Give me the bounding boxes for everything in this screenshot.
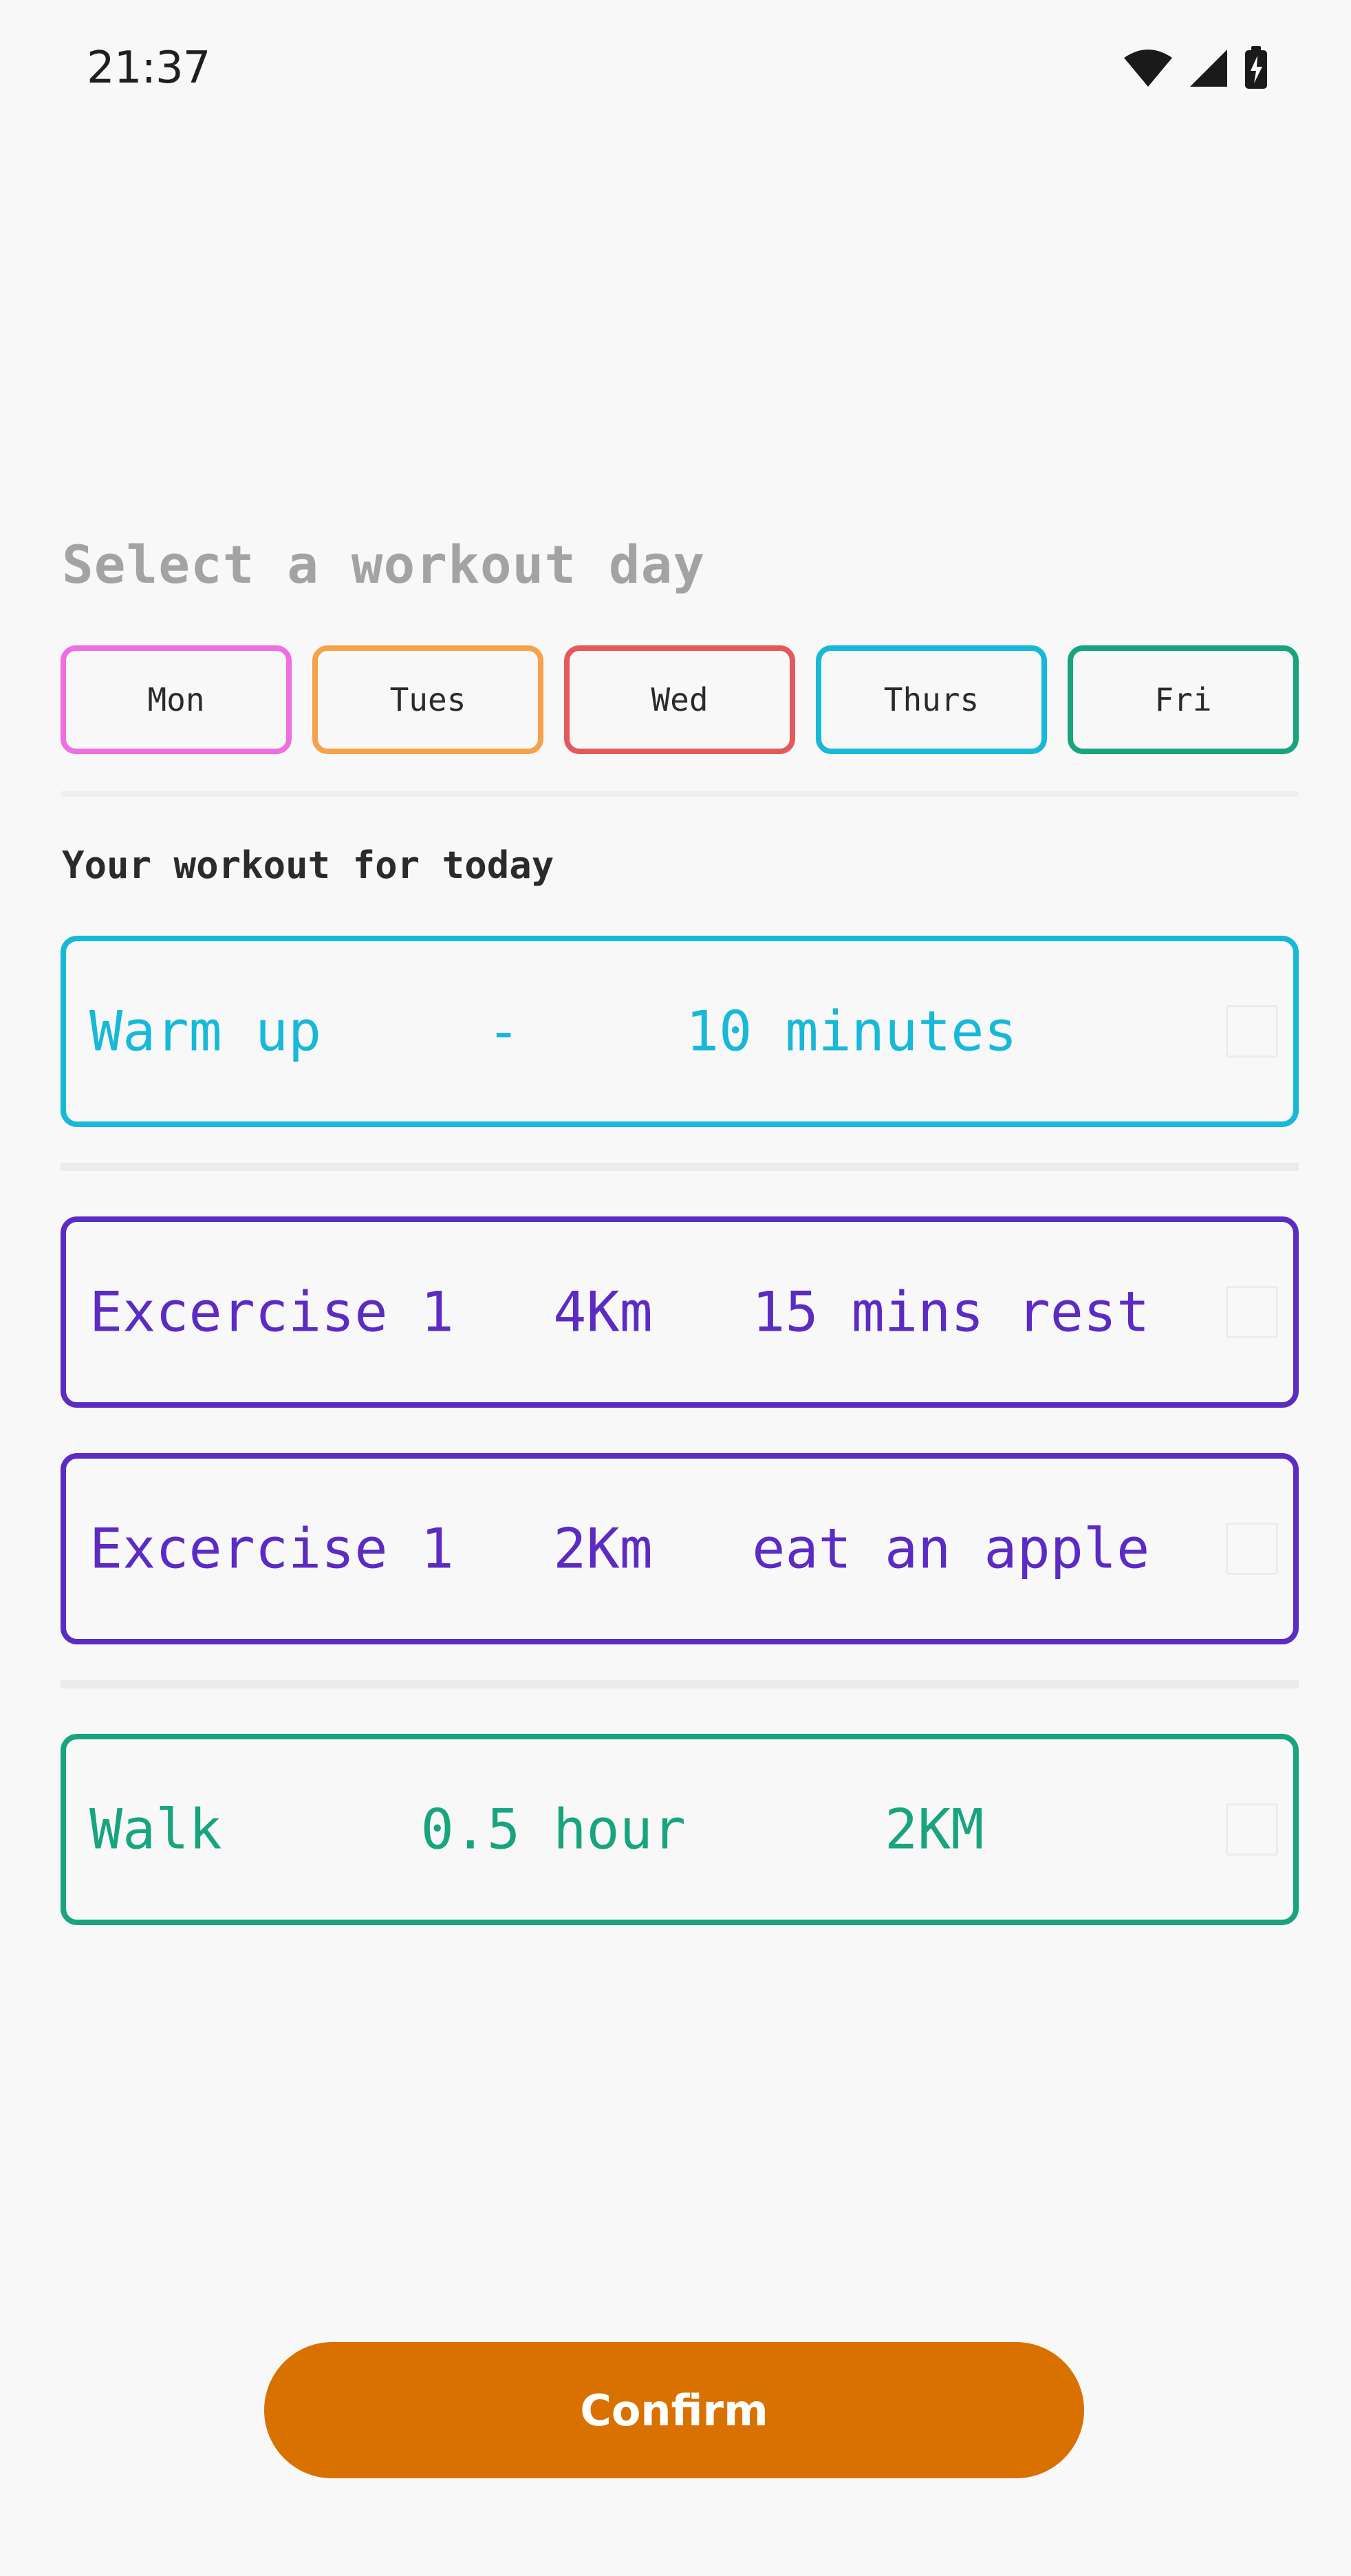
workout-checkbox[interactable] [1226,1523,1278,1575]
workout-heading: Your workout for today [62,844,554,887]
wifi-icon [1123,48,1174,88]
status-bar: 21:37 [0,0,1351,144]
divider [61,791,1299,797]
day-button-mon[interactable]: Mon [61,645,292,754]
workout-item-text: Walk 0.5 hour 2KM [89,1797,984,1862]
day-button-thurs[interactable]: Thurs [816,645,1047,754]
day-selector: Mon Tues Wed Thurs Fri [61,645,1299,754]
workout-item-exercise-1: Excercise 1 4Km 15 mins rest [61,1216,1299,1408]
confirm-button[interactable]: Confirm [264,2342,1084,2478]
workout-checkbox[interactable] [1226,1005,1278,1058]
select-day-title: Select a workout day [62,534,706,595]
day-button-tues[interactable]: Tues [312,645,543,754]
day-button-fri[interactable]: Fri [1068,645,1299,754]
workout-item-walk: Walk 0.5 hour 2KM [61,1734,1299,1925]
workout-checkbox[interactable] [1226,1803,1278,1856]
workout-item-text: Warm up - 10 minutes [89,999,1017,1064]
workout-item-text: Excercise 1 2Km eat an apple [89,1516,1150,1581]
cellular-signal-icon [1189,48,1229,88]
workout-checkbox[interactable] [1226,1286,1278,1338]
workout-item-text: Excercise 1 4Km 15 mins rest [89,1280,1150,1344]
status-time: 21:37 [87,43,210,94]
divider [61,1163,1299,1171]
battery-charging-icon [1244,46,1268,90]
workout-item-exercise-2: Excercise 1 2Km eat an apple [61,1453,1299,1644]
divider [61,1680,1299,1688]
status-icons [1123,44,1268,92]
workout-item-warm-up: Warm up - 10 minutes [61,936,1299,1127]
day-button-wed[interactable]: Wed [564,645,795,754]
